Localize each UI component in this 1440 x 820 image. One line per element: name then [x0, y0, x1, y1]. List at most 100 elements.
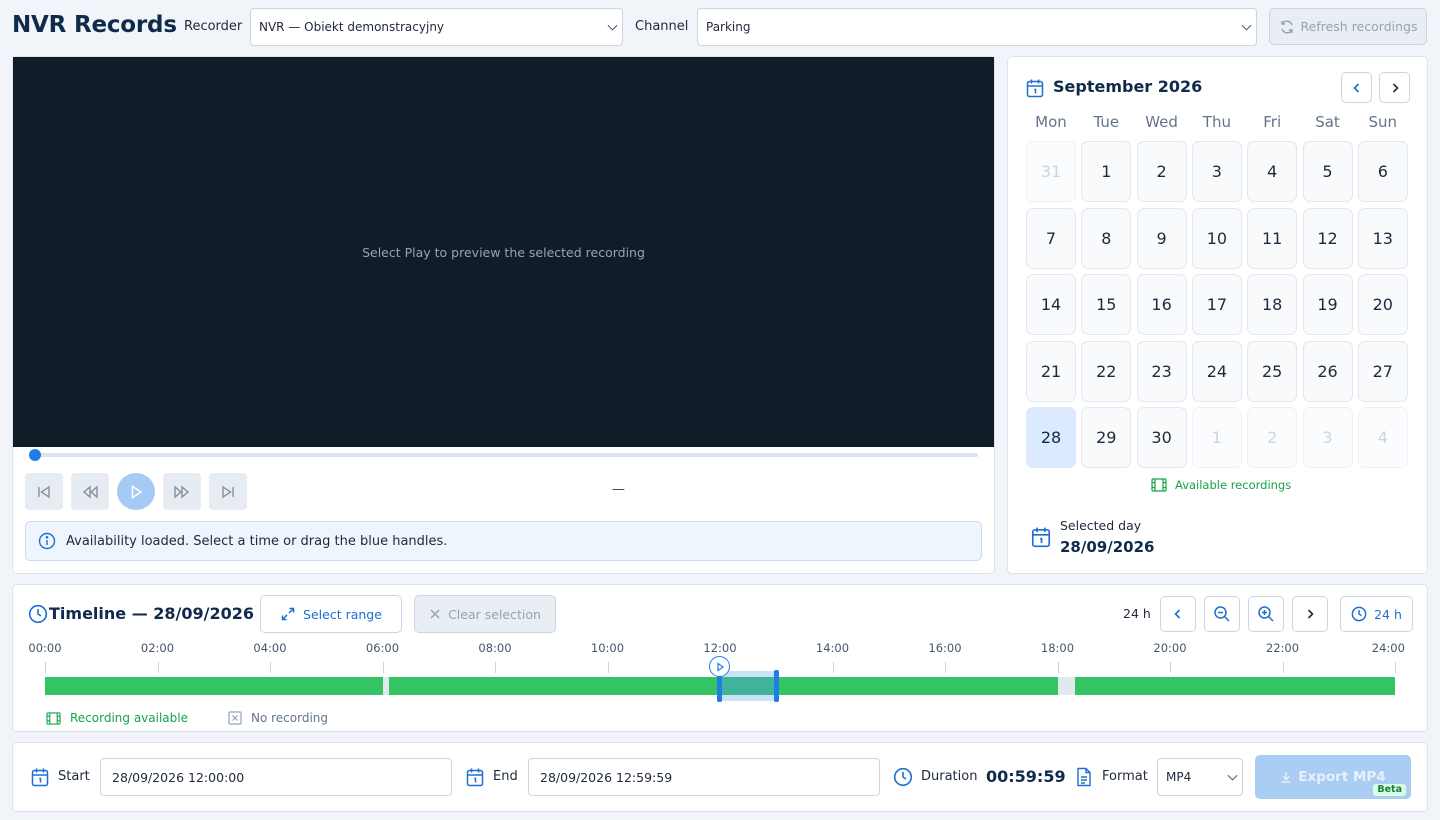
timeline-tick-label: 12:00 [703, 641, 737, 655]
timeline-tick [832, 662, 834, 673]
timeline-tick [45, 662, 46, 673]
calendar-day[interactable]: 1 [1081, 141, 1132, 202]
rewind-button[interactable] [71, 473, 109, 510]
calendar-day-selected[interactable]: 28 [1026, 407, 1076, 468]
play-button[interactable] [117, 473, 155, 510]
calendar-day[interactable]: 29 [1081, 407, 1132, 468]
timeline-tick [495, 662, 496, 673]
select-range-label: Select range [303, 606, 382, 622]
end-datetime-input[interactable]: 28/09/2026 12:59:59 [528, 758, 880, 796]
export-mp4-label: Export MP4 [1298, 769, 1386, 785]
calendar-day[interactable]: 17 [1191, 274, 1242, 335]
reset-zoom-label: 24 h [1374, 606, 1402, 622]
chevron-right-icon [1307, 609, 1314, 619]
timeline-tick [1282, 662, 1284, 673]
format-label: Format [1102, 769, 1148, 784]
skip-to-start-button[interactable] [25, 473, 63, 510]
calendar-day[interactable]: 18 [1247, 274, 1298, 335]
refresh-recordings-button[interactable]: Refresh recordings [1269, 8, 1427, 45]
zoom-in-button[interactable] [1248, 596, 1284, 632]
film-icon [1151, 478, 1167, 492]
calendar-day[interactable]: 22 [1081, 340, 1132, 402]
calendar-day[interactable]: 14 [1026, 274, 1076, 335]
available-recordings-legend: Available recordings [1151, 478, 1291, 492]
weekday-header: Thu [1202, 113, 1231, 131]
end-label: End [493, 769, 518, 784]
calendar-day[interactable]: 20 [1357, 274, 1408, 335]
previous-month-button[interactable] [1341, 72, 1372, 103]
skip-to-end-button[interactable] [209, 473, 247, 510]
clear-selection-label: Clear selection [448, 606, 541, 622]
timeline-title: Timeline — 28/09/2026 [49, 604, 255, 623]
chevron-left-icon [1174, 609, 1181, 619]
chevron-down-icon [1227, 770, 1238, 781]
play-icon [716, 661, 724, 672]
video-viewport[interactable]: Select Play to preview the selected reco… [13, 57, 994, 447]
selected-day-label: Selected day [1060, 518, 1142, 533]
calendar-day[interactable]: 25 [1247, 340, 1298, 402]
calendar-day[interactable]: 16 [1136, 274, 1187, 335]
calendar-day[interactable]: 13 [1357, 207, 1408, 269]
timeline-forward-button[interactable] [1292, 596, 1328, 632]
calendar-day[interactable]: 27 [1357, 340, 1408, 402]
legend-no-recording-label: No recording [251, 711, 329, 725]
calendar-icon [1031, 527, 1051, 548]
calendar-day[interactable]: 12 [1302, 207, 1353, 269]
weekday-header: Sun [1368, 113, 1398, 131]
calendar-day[interactable]: 30 [1136, 407, 1187, 468]
calendar-day[interactable]: 21 [1026, 340, 1076, 402]
film-icon [46, 711, 61, 725]
calendar-day[interactable]: 6 [1357, 141, 1408, 202]
seek-bar[interactable] [35, 453, 978, 457]
export-mp4-button[interactable]: Export MP4 Beta [1255, 755, 1411, 799]
clear-selection-button[interactable]: Clear selection [414, 595, 556, 633]
selected-day-value: 28/09/2026 [1060, 538, 1155, 556]
calendar-day[interactable]: 24 [1191, 340, 1242, 402]
calendar-day[interactable]: 2 [1136, 141, 1187, 202]
calendar-day[interactable]: 11 [1247, 207, 1298, 269]
calendar-day: 1 [1191, 407, 1242, 468]
clock-icon [1351, 606, 1367, 622]
next-month-button[interactable] [1379, 72, 1410, 103]
calendar-day[interactable]: 19 [1302, 274, 1353, 335]
calendar-day[interactable]: 7 [1026, 207, 1076, 269]
range-end-handle[interactable] [774, 670, 779, 702]
recorder-select[interactable]: NVR — Obiekt demonstracyjny [250, 8, 623, 46]
calendar-day[interactable]: 8 [1081, 207, 1132, 269]
calendar-day[interactable]: 23 [1136, 340, 1187, 402]
reset-zoom-button[interactable]: 24 h [1340, 596, 1413, 632]
timeline-tick-label: 10:00 [590, 641, 625, 655]
calendar-icon [466, 768, 484, 787]
calendar-day: 31 [1026, 141, 1076, 202]
timeline-tick-label: 00:00 [28, 641, 62, 655]
playhead-marker[interactable] [709, 656, 730, 677]
available-recordings-label: Available recordings [1175, 478, 1292, 492]
calendar-day: 2 [1247, 407, 1298, 468]
zoom-out-button[interactable] [1204, 596, 1240, 632]
refresh-icon [1280, 20, 1293, 33]
timeline-back-button[interactable] [1160, 596, 1196, 632]
calendar-day[interactable]: 15 [1081, 274, 1132, 335]
skip-end-icon [222, 485, 234, 498]
calendar-day[interactable]: 3 [1191, 141, 1242, 202]
select-range-button[interactable]: Select range [260, 595, 402, 633]
calendar-day[interactable]: 5 [1302, 141, 1353, 202]
timeline-tick [382, 662, 384, 673]
fast-forward-icon [174, 485, 190, 498]
format-select-value: MP4 [1166, 770, 1192, 784]
status-info-bar: Availability loaded. Select a time or dr… [25, 521, 982, 561]
channel-select[interactable]: Parking [697, 8, 1257, 46]
calendar-day[interactable]: 10 [1191, 207, 1242, 269]
recorder-select-value: NVR — Obiekt demonstracyjny [259, 20, 445, 34]
calendar-day[interactable]: 26 [1302, 340, 1353, 402]
fast-forward-button[interactable] [163, 473, 201, 510]
start-datetime-input[interactable]: 28/09/2026 12:00:00 [100, 758, 452, 796]
app-title: NVR Records [12, 12, 177, 38]
format-select[interactable]: MP4 [1157, 758, 1243, 796]
duration-value: 00:59:59 [986, 767, 1066, 786]
calendar-day[interactable]: 9 [1136, 207, 1187, 269]
seek-handle[interactable] [29, 449, 41, 461]
calendar-day[interactable]: 4 [1247, 141, 1298, 202]
channel-label: Channel [635, 19, 689, 34]
close-icon [430, 609, 440, 619]
